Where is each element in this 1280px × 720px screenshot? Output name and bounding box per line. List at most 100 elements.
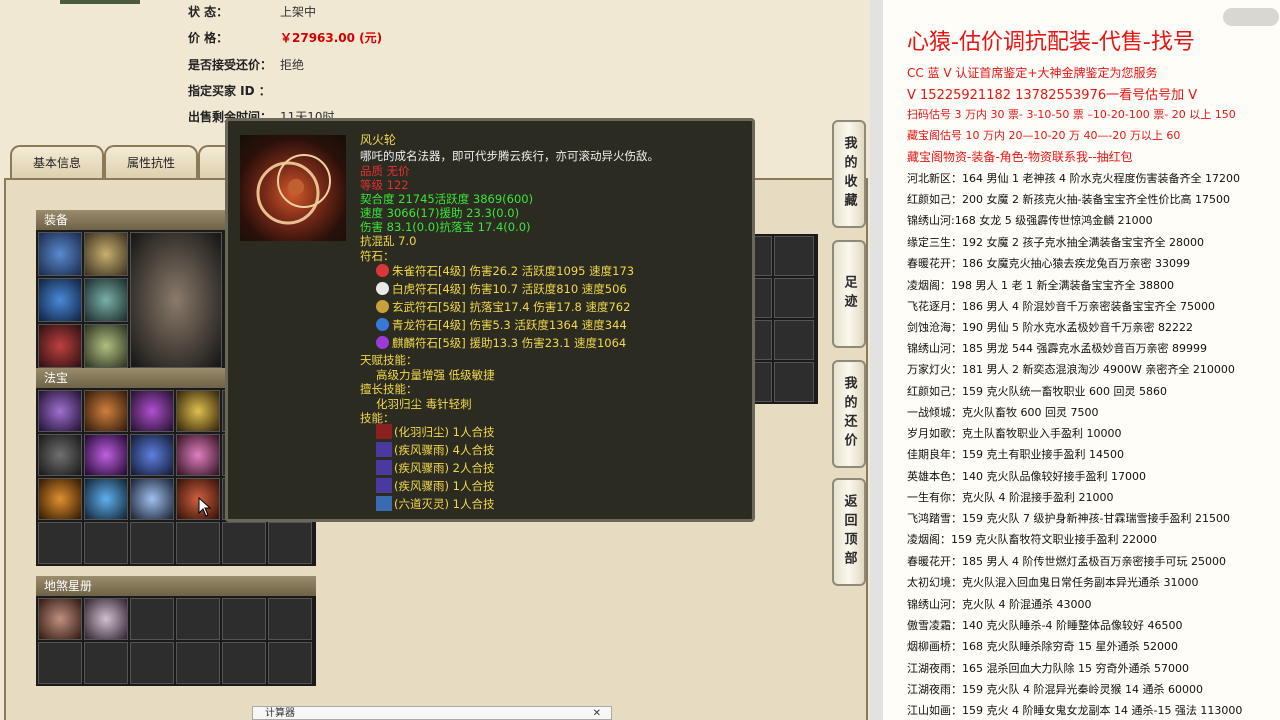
disha-slot[interactable] [130,642,174,684]
cursor-icon [198,496,212,521]
fabao-slot[interactable] [130,390,174,432]
ad-listing: 江湖夜雨：165 混杀回血大力队除 15 穷奇外通杀 57000 [907,662,1189,675]
disha-slot[interactable] [84,598,128,640]
fabao-slot[interactable] [176,390,220,432]
disha-slot[interactable] [176,642,220,684]
rune-icon [376,300,389,313]
item-tooltip: 风火轮 哪吒的成名法器，即可代步腾云疾行，亦可滚动异火伤敌。 品质 无价 等级 … [225,118,755,522]
fabao-slot[interactable] [176,434,220,476]
fabao-slot[interactable] [84,522,128,564]
ad-listing: 锦绣山河：185 男龙 544 强霹克水孟极妙音百万亲密 89999 [907,342,1207,355]
my-bargain-button[interactable]: 我的还价 [832,360,866,468]
ad-listing: 锦绣山河:168 女龙 5 级强霹传世惊鸿金麟 21000 [907,214,1153,227]
ad-listing: 佳期良年：159 克土有职业接手盈利 14500 [907,448,1124,461]
stat-line: 伤害 83.1(0.0)抗落宝 17.4(0.0) [360,220,531,234]
skill-line: (疾风骤雨) 4人合技 [376,442,494,458]
fabao-slot[interactable] [268,522,312,564]
equip-slot[interactable] [84,324,128,368]
inventory-slot[interactable] [774,236,814,276]
disha-slot[interactable] [176,598,220,640]
tab-attributes[interactable]: 属性抗性 [104,145,198,179]
ad-listing: 太初幻境：克火队混入回血鬼日常任务副本异光通杀 31000 [907,576,1199,589]
rune-line: 青龙符石[4级] 伤害5.3 活跃度1364 速度344 [376,318,627,333]
disha-section: 地煞星册 [36,576,316,686]
disha-header: 地煞星册 [36,576,316,596]
ad-red-line: 扫码估号 3 万内 30 票- 3-10-50 票 –10-20-100 票- … [907,108,1236,121]
skill-icon [376,496,392,511]
rune-title: 符石： [360,249,395,263]
item-quality: 品质 无价 [360,164,410,178]
fabao-slot[interactable] [38,478,82,520]
ad-listing: 春暖花开：186 女魔克火抽心猿去疾龙兔百万亲密 33099 [907,257,1190,270]
fabao-slot[interactable] [130,522,174,564]
ad-red-line: 藏宝阁估号 10 万内 20—10-20 万 40—-20 万以上 60 [907,129,1181,142]
expert-title: 擅长技能： [360,382,418,396]
equip-slot[interactable] [38,278,82,322]
ad-red-line: CC 蓝 V 认证首席鉴定+大神金牌鉴定为您服务 [907,66,1158,80]
fabao-slot[interactable] [84,390,128,432]
inventory-slot[interactable] [774,362,814,402]
ad-listing: 江山如画：159 克火 4 阶睡女鬼女龙副本 14 通杀-15 强法 11300… [907,704,1243,717]
ad-panel: 心猿-估价调抗配装-代售-找号 CC 蓝 V 认证首席鉴定+大神金牌鉴定为您服务… [883,0,1280,720]
fabao-slot[interactable] [38,434,82,476]
fenghuolun-item-image [240,135,346,241]
ad-listing: 烟柳画桥：168 克火队睡杀除穷奇 15 星外通杀 52000 [907,640,1178,653]
disha-slot[interactable] [38,598,82,640]
talent-title: 天赋技能： [360,353,418,367]
ad-listing: 万家灯火：181 男人 2 新奕态混浪淘沙 4900W 亲密齐全 210000 [907,363,1235,376]
tab-basic-info[interactable]: 基本信息 [10,145,104,179]
skill-icon [376,460,392,475]
calculator-window-tab[interactable]: 计算器 ✕ [252,706,612,720]
favorites-button[interactable]: 我的收藏 [832,120,866,228]
item-name: 风火轮 [360,133,397,147]
fabao-slot[interactable] [84,478,128,520]
disha-slot[interactable] [84,642,128,684]
fabao-slot[interactable] [130,434,174,476]
ad-listing: 红颜如己：159 克火队统一畜牧职业 600 回灵 5860 [907,385,1167,398]
item-level: 等级 122 [360,178,409,192]
back-to-top-button[interactable]: 返回顶部 [832,478,866,586]
status-value: 上架中 [280,5,317,19]
disha-grid [36,596,316,686]
equip-slot[interactable] [84,232,128,276]
inventory-slot[interactable] [774,320,814,360]
ad-listing: 江湖夜雨：159 克火队 4 阶混异光秦岭灵猴 14 通杀 60000 [907,683,1203,696]
disha-slot[interactable] [38,642,82,684]
ad-listing: 春暖花开：185 男人 4 阶传世燃灯孟极百万亲密接手可玩 25000 [907,555,1226,568]
ad-listing: 红颜如己：200 女魔 2 新孩克火抽-装备宝宝齐全性价比高 17500 [907,193,1230,206]
disha-slot[interactable] [222,598,266,640]
ad-listing: 凌烟阁：198 男人 1 老 1 新全满装备宝宝齐全 38800 [907,279,1174,292]
disha-slot[interactable] [222,642,266,684]
calculator-label: 计算器 [265,708,295,719]
fabao-slot[interactable] [222,522,266,564]
equip-slot[interactable] [38,232,82,276]
equip-slot[interactable] [84,278,128,322]
equip-slot[interactable] [38,324,82,368]
disha-slot[interactable] [130,598,174,640]
item-description: 哪吒的成名法器，即可代步腾云疾行，亦可滚动异火伤敌。 [360,149,659,163]
ad-listing: 缘定三生：192 女魔 2 孩子克水抽全满装备宝宝齐全 28000 [907,236,1204,249]
fabao-slot[interactable] [130,478,174,520]
rune-line: 玄武符石[5级] 抗落宝17.4 伤害17.8 速度762 [376,300,630,315]
skill-line: (疾风骤雨) 2人合技 [376,460,494,476]
ad-listing: 一生有你：克火队 4 阶混接手盈利 21000 [907,491,1114,504]
fabao-slot[interactable] [38,390,82,432]
fabao-slot[interactable] [176,522,220,564]
close-icon[interactable]: ✕ [593,707,601,720]
disha-slot[interactable] [268,642,312,684]
ad-listing: 河北新区：164 男仙 1 老神孩 4 阶水克火程度伤害装备齐全 17200 [907,172,1240,185]
accept-value: 拒绝 [280,58,305,72]
inventory-slot[interactable] [774,278,814,318]
fabao-slot[interactable] [38,522,82,564]
price-value: ￥27963.00 (元) [280,31,383,45]
rune-icon [376,336,389,349]
ad-listing: 飞花逐月：186 男人 4 阶混妙音千万亲密装备宝宝齐全 75000 [907,300,1215,313]
rune-line: 麒麟符石[5级] 援助13.3 伤害23.1 速度1064 [376,336,626,351]
price-label: 价 格： [188,31,229,45]
skill-icon [376,442,392,457]
disha-slot[interactable] [268,598,312,640]
footprint-button[interactable]: 足迹 [832,240,866,348]
page-scrollbar[interactable] [870,0,883,720]
fabao-slot[interactable] [84,434,128,476]
ad-listing: 凌烟阁：159 克火队畜牧符文职业接手盈利 22000 [907,533,1157,546]
